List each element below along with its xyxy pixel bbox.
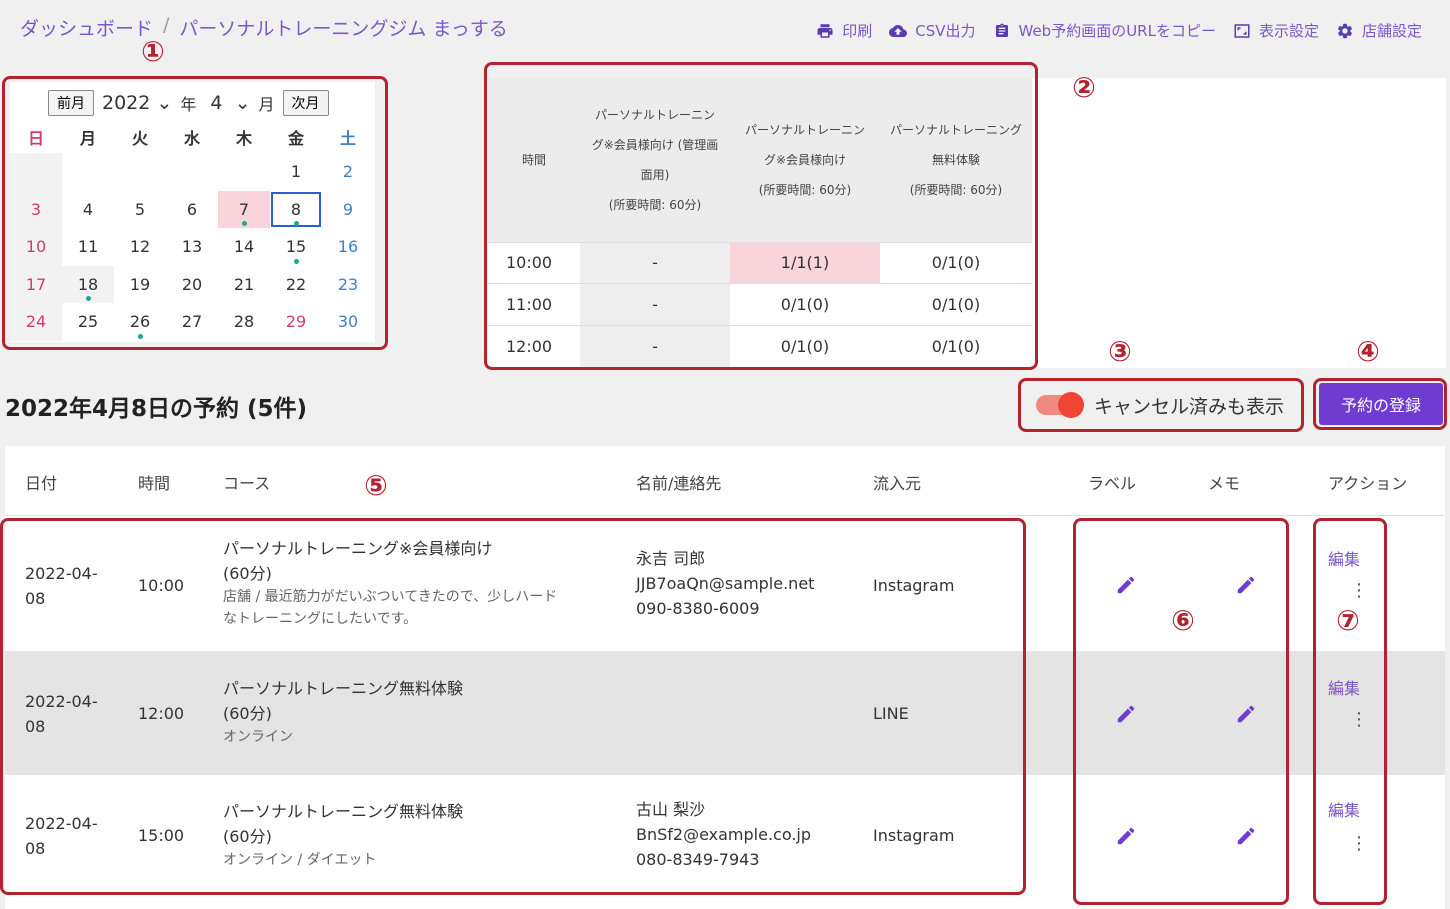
annotation-frame-calendar	[2, 76, 388, 350]
print-label: 印刷	[842, 22, 873, 40]
csv-export-button[interactable]: CSV出力	[888, 20, 976, 41]
annotation-frame-actions	[1313, 518, 1387, 905]
col-date: 日付	[25, 474, 58, 493]
annotation-number-6: ⑥	[1171, 604, 1195, 637]
col-label: ラベル	[1088, 474, 1137, 493]
fullscreen-icon	[1232, 21, 1252, 41]
annotation-number-1: ①	[141, 35, 165, 68]
annotation-frame-label-memo	[1073, 518, 1289, 905]
col-action: アクション	[1328, 474, 1408, 493]
breadcrumb-home[interactable]: ダッシュボード	[20, 14, 153, 41]
table-header: 日付 時間 コース 名前/連絡先 流入元 ラベル メモ アクション	[5, 446, 1445, 516]
store-settings-label: 店舗設定	[1361, 22, 1422, 40]
csv-export-label: CSV出力	[915, 22, 976, 40]
annotation-frame-register	[1313, 378, 1447, 430]
col-time: 時間	[138, 474, 171, 493]
col-contact: 名前/連絡先	[636, 474, 722, 493]
annotation-number-2: ②	[1072, 71, 1096, 104]
annotation-number-4: ④	[1356, 335, 1380, 368]
breadcrumb-current[interactable]: パーソナルトレーニングジム まっする	[179, 14, 507, 41]
toolbar: 印刷 CSV出力 Web予約画面のURLをコピー 表示設定 店舗設定	[815, 20, 1422, 41]
gear-icon	[1335, 21, 1355, 41]
col-memo: メモ	[1208, 474, 1241, 493]
cloud-upload-icon	[888, 21, 908, 41]
annotation-frame-slots	[484, 62, 1038, 370]
col-source: 流入元	[873, 474, 922, 493]
col-course: コース	[223, 474, 271, 493]
copy-url-label: Web予約画面のURLをコピー	[1018, 22, 1216, 40]
display-settings-button[interactable]: 表示設定	[1232, 20, 1319, 41]
clipboard-icon	[992, 21, 1012, 41]
display-settings-label: 表示設定	[1258, 22, 1319, 40]
breadcrumb: ダッシュボード / パーソナルトレーニングジム まっする	[20, 14, 508, 41]
annotation-number-5: ⑤	[364, 469, 388, 502]
reservations-title: 2022年4月8日の予約 (5件)	[5, 396, 308, 422]
annotation-number-7: ⑦	[1336, 604, 1360, 637]
printer-icon	[815, 21, 835, 41]
store-settings-button[interactable]: 店舗設定	[1335, 20, 1422, 41]
annotation-frame-toggle	[1018, 378, 1304, 432]
print-button[interactable]: 印刷	[815, 20, 872, 41]
copy-url-button[interactable]: Web予約画面のURLをコピー	[992, 20, 1216, 41]
annotation-frame-rows	[0, 518, 1026, 895]
annotation-number-3: ③	[1108, 335, 1132, 368]
